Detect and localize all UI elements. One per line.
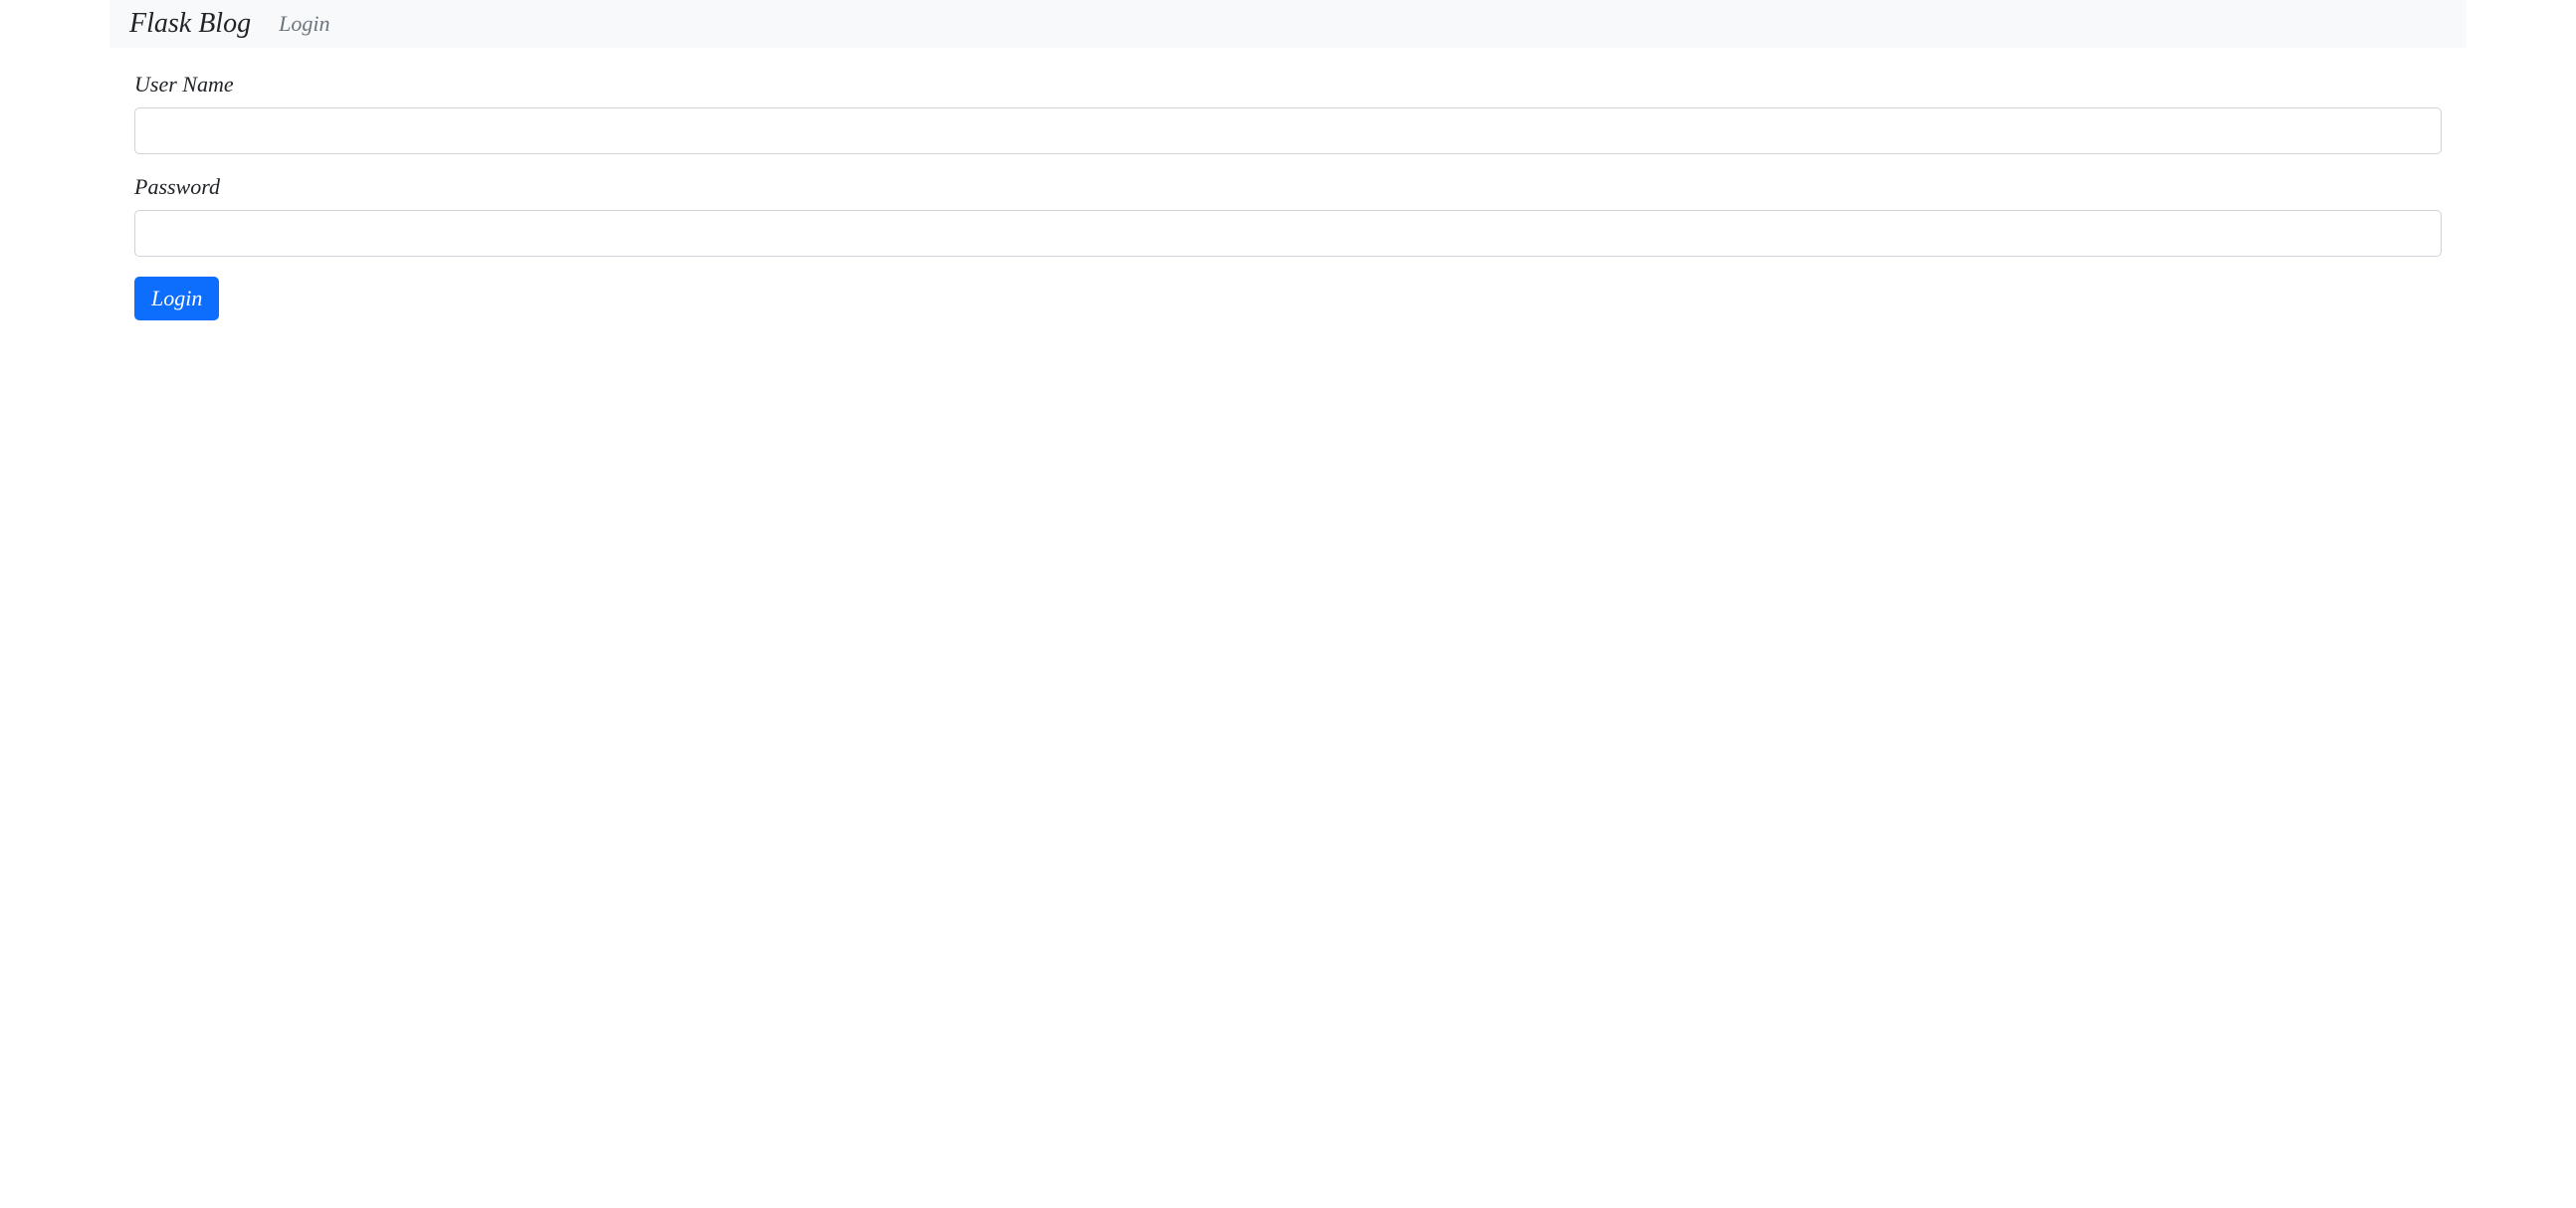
password-label: Password <box>134 174 2442 200</box>
password-group: Password <box>134 174 2442 257</box>
username-group: User Name <box>134 72 2442 154</box>
login-form: User Name Password Login <box>134 72 2442 320</box>
navbar-brand[interactable]: Flask Blog <box>129 8 251 40</box>
main-container: User Name Password Login <box>0 48 2576 344</box>
password-input[interactable] <box>134 210 2442 257</box>
nav-link-login[interactable]: Login <box>279 11 329 37</box>
login-button[interactable]: Login <box>134 277 219 320</box>
navbar-container: Flask Blog Login <box>109 8 2467 40</box>
navbar: Flask Blog Login <box>109 0 2467 48</box>
username-label: User Name <box>134 72 2442 98</box>
username-input[interactable] <box>134 107 2442 154</box>
